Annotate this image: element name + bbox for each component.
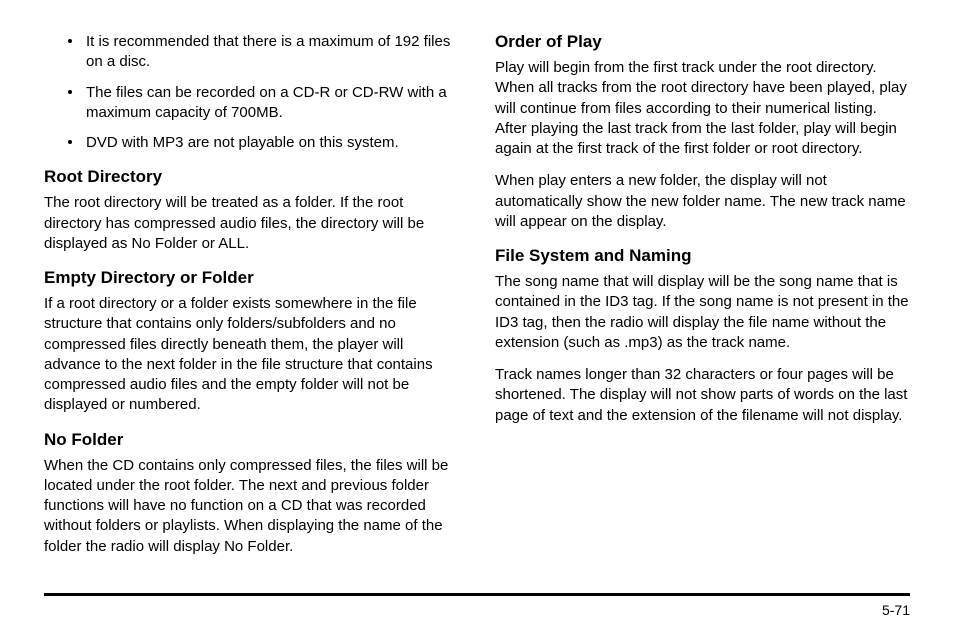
manual-page: It is recommended that there is a maximu… [0, 0, 954, 638]
bullet-icon [68, 140, 72, 144]
body-text: The song name that will display will be … [495, 272, 910, 353]
list-item: The files can be recorded on a CD-R or C… [70, 83, 459, 124]
list-item-text: DVD with MP3 are not playable on this sy… [86, 134, 399, 151]
list-item-text: The files can be recorded on a CD-R or C… [86, 84, 447, 121]
list-item: It is recommended that there is a maximu… [70, 32, 459, 73]
left-column: It is recommended that there is a maximu… [44, 32, 459, 569]
body-text: The root directory will be treated as a … [44, 193, 459, 254]
heading-order-of-play: Order of Play [495, 32, 910, 52]
footer-rule [44, 593, 910, 596]
bullet-icon [68, 39, 72, 43]
right-column: Order of Play Play will begin from the f… [495, 32, 910, 569]
two-column-layout: It is recommended that there is a maximu… [44, 32, 910, 569]
page-number: 5-71 [44, 602, 910, 618]
heading-file-system-naming: File System and Naming [495, 246, 910, 266]
page-footer: 5-71 [44, 593, 910, 618]
body-text: If a root directory or a folder exists s… [44, 294, 459, 416]
bullet-icon [68, 90, 72, 94]
list-item: DVD with MP3 are not playable on this sy… [70, 133, 459, 153]
body-text: Track names longer than 32 characters or… [495, 365, 910, 426]
body-text: When play enters a new folder, the displ… [495, 171, 910, 232]
bullet-list: It is recommended that there is a maximu… [44, 32, 459, 153]
body-text: Play will begin from the first track und… [495, 58, 910, 159]
list-item-text: It is recommended that there is a maximu… [86, 33, 450, 70]
heading-root-directory: Root Directory [44, 167, 459, 187]
heading-no-folder: No Folder [44, 430, 459, 450]
body-text: When the CD contains only compressed fil… [44, 456, 459, 557]
heading-empty-directory: Empty Directory or Folder [44, 268, 459, 288]
